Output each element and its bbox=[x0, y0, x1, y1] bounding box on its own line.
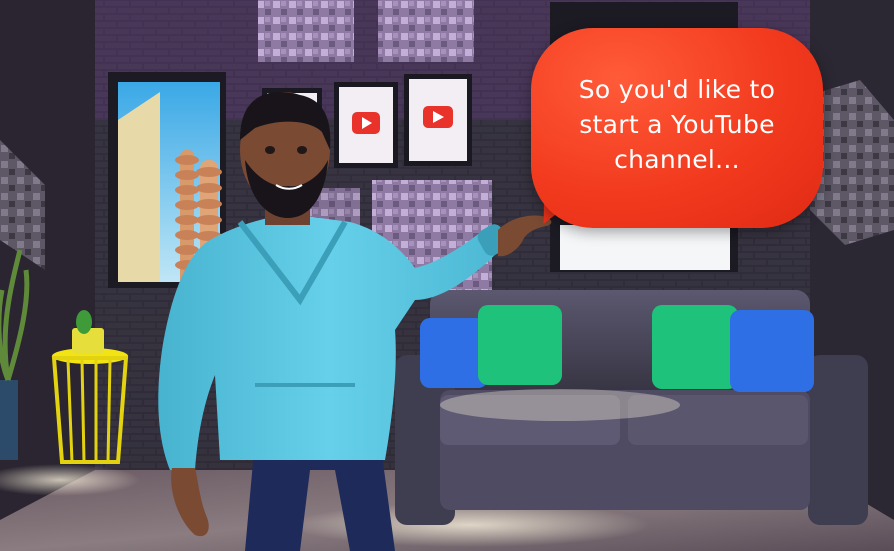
acoustic-panel-top-2 bbox=[378, 0, 474, 62]
youtube-frame-3 bbox=[404, 74, 472, 166]
youtube-frame-2 bbox=[334, 82, 398, 168]
cactus-icon bbox=[76, 310, 92, 334]
acoustic-panel-top-1 bbox=[258, 0, 354, 62]
cushion-blue-right bbox=[730, 310, 814, 392]
cushion-blue-left bbox=[420, 318, 488, 388]
speech-bubble: So you'd like to start a YouTube channel… bbox=[531, 28, 823, 228]
animated-scene: So you'd like to start a YouTube channel… bbox=[0, 0, 894, 551]
window-building bbox=[118, 92, 160, 282]
right-window-light bbox=[560, 225, 730, 270]
cushion-green-left bbox=[478, 305, 562, 385]
cushion-green-right bbox=[652, 305, 738, 389]
speech-bubble-text: So you'd like to start a YouTube channel… bbox=[578, 74, 776, 174]
sofa bbox=[395, 290, 868, 525]
